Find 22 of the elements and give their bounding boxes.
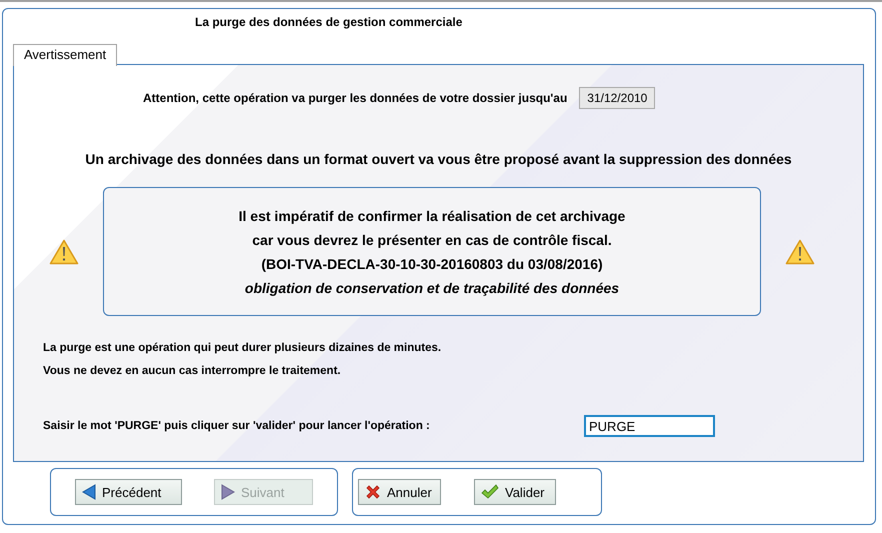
notice-line: Il est impératif de confirmer la réalisation de cet archivage <box>238 206 626 224</box>
previous-button[interactable]: Précédent <box>75 479 182 505</box>
confirm-label: Saisir le mot 'PURGE' puis cliquer sur 'valider' pour lancer l'opération : <box>43 420 431 432</box>
warning-text: Attention, cette opération va purger les données de votre dossier jusqu'au <box>143 91 568 105</box>
check-icon <box>481 484 499 500</box>
notice-line: car vous devrez le présenter en cas de contrôle fiscal. <box>252 230 612 248</box>
date-field: 31/12/2010 <box>579 87 656 109</box>
right-arrow-icon <box>221 484 235 500</box>
notice-line: obligation de conservation et de traçabilité des données <box>244 278 620 296</box>
headline-text: Un archivage des données dans un format ouvert va vous être proposé avant la suppression des données <box>84 151 793 167</box>
validate-button[interactable]: Valider <box>474 479 556 505</box>
warning-icon <box>49 238 79 264</box>
info-text: La purge est une opération qui peut durer plusieurs dizaines de minutes. <box>43 342 442 354</box>
tab[interactable]: Avertissement <box>13 44 118 66</box>
warning-icon <box>785 238 815 264</box>
info-text: Vous ne devez en aucun cas interrompre le traitement. <box>43 365 342 377</box>
left-arrow-icon <box>82 484 96 500</box>
notice-line: (BOI-TVA-DECLA-30-10-30-20160803 du 03/08/2016) <box>261 254 603 272</box>
confirm-input[interactable]: PURGE <box>584 415 715 437</box>
cancel-button[interactable]: Annuler <box>358 479 441 505</box>
dialog-title: La purge des données de gestion commerciale <box>194 14 464 31</box>
cross-icon <box>365 484 381 500</box>
